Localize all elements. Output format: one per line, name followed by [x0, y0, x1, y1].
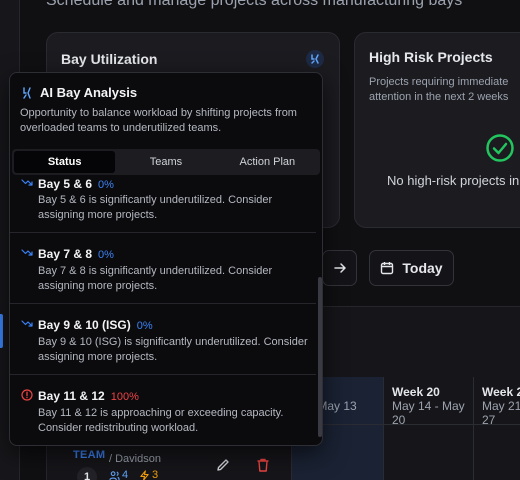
ai-brain-icon [23, 86, 31, 99]
list-item-header: Bay 7 & 8 0% [38, 247, 114, 261]
week-label: Week 20 [392, 385, 440, 399]
active-nav-indicator [0, 314, 3, 348]
high-risk-description: Projects requiring immediate attention i… [369, 76, 509, 103]
bay-utilization-pct: 0% [136, 320, 153, 332]
list-item-header: Bay 11 & 12 100% [38, 389, 139, 403]
today-label: Today [402, 260, 443, 276]
users-icon [109, 470, 120, 480]
list-item: Bay 9 & 10 (ISG) 0% Bay 9 & 10 (ISG) is … [10, 304, 316, 375]
row-divider [291, 424, 520, 425]
high-risk-empty-text: No high-risk projects in [387, 173, 520, 188]
check-circle-icon [486, 134, 514, 162]
bay-name: Bay 9 & 10 (ISG) [38, 318, 131, 332]
bay-name: Bay 11 & 12 [38, 389, 105, 403]
bay-utilization-pct: 0% [98, 179, 114, 191]
bay-name: Bay 5 & 6 [38, 177, 93, 191]
ai-analysis-icon[interactable] [305, 49, 325, 69]
arrow-right-icon [333, 263, 346, 273]
edit-icon[interactable] [215, 457, 231, 473]
bay-utilization-pct: 0% [98, 249, 114, 261]
team-number-badge: 1 [77, 467, 97, 480]
team-load-stat: 3 [139, 469, 158, 480]
popover-description: Opportunity to balance workload by shift… [20, 107, 297, 134]
scrollbar-thumb[interactable] [318, 277, 322, 437]
week-label: Week 21 [482, 385, 520, 399]
bay-message: Bay 9 & 10 (ISG) is significantly underu… [38, 336, 308, 363]
calendar-icon [381, 262, 394, 275]
bay-utilization-title: Bay Utilization [61, 51, 158, 67]
analysis-tabs: Status Teams Action Plan [12, 149, 320, 175]
bay-message: Bay 5 & 6 is significantly underutilized… [38, 194, 273, 221]
alert-circle-icon [21, 389, 33, 401]
popover-header: AI Bay Analysis Opportunity to balance w… [20, 85, 312, 136]
tab-action-plan[interactable]: Action Plan [217, 151, 318, 173]
high-risk-title: High Risk Projects [369, 49, 493, 65]
bolt-icon [140, 469, 149, 480]
team-members-stat: 4 [109, 469, 128, 480]
high-risk-card: High Risk Projects Projects requiring im… [354, 32, 520, 228]
week-column-20: Week 20 May 14 - May 20 [383, 377, 473, 480]
bay-utilization-pct: 100% [110, 391, 139, 403]
list-item: Bay 5 & 6 0% Bay 5 & 6 is significantly … [10, 177, 316, 233]
next-week-button[interactable] [322, 250, 357, 286]
ai-bay-analysis-popover: AI Bay Analysis Opportunity to balance w… [9, 72, 323, 446]
popover-title: AI Bay Analysis [40, 85, 138, 100]
trending-down-icon [21, 320, 33, 327]
week-column-21: Week 21 May 21 - 27 [473, 377, 520, 480]
bay-message: Bay 7 & 8 is significantly underutilized… [38, 265, 273, 292]
trending-down-icon [21, 249, 33, 256]
week-range: May 21 - 27 [482, 399, 520, 427]
bay-name: Bay 7 & 8 [38, 247, 93, 261]
team-members-count: 4 [122, 469, 129, 480]
team-subtitle: / Davidson [109, 453, 161, 465]
tab-teams[interactable]: Teams [115, 151, 216, 173]
team-load-count: 3 [152, 469, 159, 480]
team-label: TEAM [73, 449, 106, 461]
week-range: May 14 - May 20 [392, 399, 465, 427]
list-item: Bay 11 & 12 100% Bay 11 & 12 is approach… [10, 375, 316, 445]
popover-title-row: AI Bay Analysis [20, 85, 312, 100]
trending-down-icon [21, 179, 33, 186]
today-button[interactable]: Today [369, 250, 454, 286]
bay-message: Bay 11 & 12 is approaching or exceeding … [38, 407, 284, 434]
tab-status[interactable]: Status [14, 151, 116, 173]
list-scrollbar[interactable] [317, 177, 322, 441]
bay-status-list: Bay 5 & 6 0% Bay 5 & 6 is significantly … [10, 177, 316, 445]
page-subtitle: Schedule and manage projects across manu… [46, 0, 463, 9]
list-item-header: Bay 9 & 10 (ISG) 0% [38, 318, 153, 332]
list-item: Bay 7 & 8 0% Bay 7 & 8 is significantly … [10, 233, 316, 304]
trash-icon[interactable] [255, 457, 271, 473]
list-item-header: Bay 5 & 6 0% [38, 177, 114, 191]
